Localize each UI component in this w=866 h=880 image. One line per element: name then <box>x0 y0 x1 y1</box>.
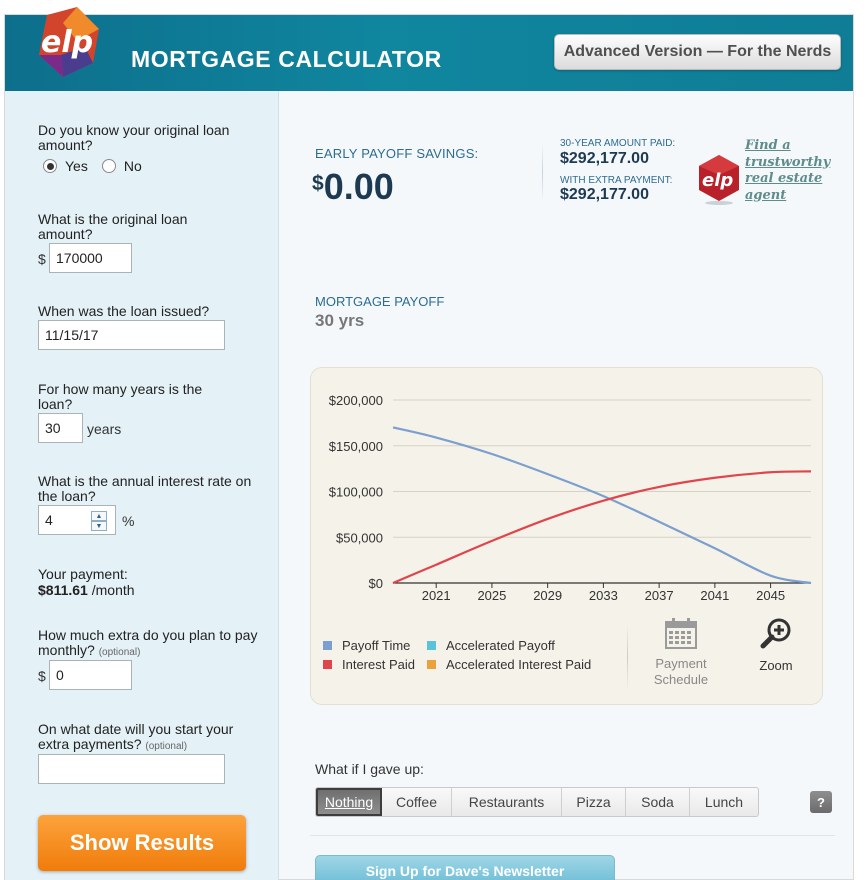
thirty-year-label: 30-YEAR AMOUNT PAID: <box>560 138 676 149</box>
calculator-frame: elp MORTGAGE CALCULATOR Advanced Version… <box>4 7 854 880</box>
logo-text: elp <box>41 25 93 60</box>
chart-tools-divider <box>627 624 628 690</box>
legend-interest-paid[interactable]: Interest Paid <box>323 657 415 672</box>
rate-question: What is the annual interest rate on the … <box>38 473 252 504</box>
legend-label: Accelerated Interest Paid <box>446 657 592 672</box>
legend-swatch-accelerated-interest <box>427 660 436 669</box>
issued-question: When was the loan issued? <box>38 303 210 319</box>
give-up-label: What if I gave up: <box>315 761 424 777</box>
know-loan-question: Do you know your original loan amount? <box>38 122 230 153</box>
extra-optional-tag: (optional) <box>98 647 141 658</box>
series-line-payoff-time <box>392 426 812 585</box>
rate-unit: % <box>122 513 135 529</box>
early-payoff-amount: 0.00 <box>323 166 394 207</box>
elp-badge-icon[interactable]: elp <box>696 153 742 205</box>
give-up-option-nothing[interactable]: Nothing <box>316 788 382 816</box>
payment-result: $811.61 /month <box>38 582 135 598</box>
stepper-up-icon[interactable]: ▲ <box>91 511 107 521</box>
show-results-button[interactable]: Show Results <box>38 815 246 871</box>
mortgage-payoff-label: MORTGAGE PAYOFF <box>315 294 445 309</box>
radio-no[interactable] <box>101 159 116 173</box>
give-up-option-coffee[interactable]: Coffee <box>382 788 452 816</box>
legend-swatch-interest-paid <box>323 660 332 669</box>
give-up-option-soda[interactable]: Soda <box>626 788 690 816</box>
mortgage-payoff-value: 30 yrs <box>315 311 365 330</box>
legend-label: Payoff Time <box>342 638 411 653</box>
x-tick-label: 2021 <box>422 588 451 603</box>
y-tick-label: $100,000 <box>329 485 383 500</box>
y-tick-label: $0 <box>369 576 383 591</box>
rate-stepper[interactable]: ▲ ▼ <box>91 511 107 531</box>
payoff-chart-card: $200,000 $150,000 $100,000 $50,000 $0 2021 202… <box>310 367 823 705</box>
loan-amount-input[interactable]: 170000 <box>49 243 132 273</box>
legend-label: Interest Paid <box>342 657 415 672</box>
start-date-optional-tag: (optional) <box>145 741 188 752</box>
y-tick-label: $50,000 <box>336 530 383 545</box>
results-panel: EARLY PAYOFF SAVINGS: $0.00 30-YEAR AMOU… <box>280 91 853 880</box>
loan-amount-question: What is the original loan amount? <box>38 211 188 242</box>
legend-label: Accelerated Payoff <box>446 638 555 653</box>
elp-badge-text: elp <box>702 170 733 191</box>
calendar-icon <box>665 618 697 649</box>
page-title: MORTGAGE CALCULATOR <box>131 46 442 72</box>
elp-logo-icon: elp <box>39 7 99 77</box>
payment-schedule-button[interactable]: Payment Schedule <box>647 618 715 688</box>
legend-payoff-time[interactable]: Payoff Time <box>323 638 410 653</box>
radio-yes-label: Yes <box>65 158 88 174</box>
zoom-label: Zoom <box>759 658 793 673</box>
early-payoff-currency: $ <box>312 172 324 195</box>
header: elp MORTGAGE CALCULATOR Advanced Version… <box>5 7 853 91</box>
start-date-question: On what date will you start your extra p… <box>38 722 258 754</box>
start-date-input[interactable] <box>38 754 225 784</box>
extra-question-text: How much extra do you plan to pay monthl… <box>38 627 258 658</box>
zoom-icon <box>760 618 791 649</box>
advanced-version-button[interactable]: Advanced Version — For the Nerds <box>554 34 841 70</box>
issued-date-input[interactable]: 11/15/17 <box>38 320 225 350</box>
years-input[interactable]: 30 <box>38 413 83 443</box>
zoom-button[interactable]: Zoom <box>751 618 801 674</box>
start-date-question-text: On what date will you start your extra p… <box>38 721 234 752</box>
payoff-chart: $200,000 $150,000 $100,000 $50,000 $0 2021 202… <box>329 393 812 603</box>
legend-accelerated-payoff[interactable]: Accelerated Payoff <box>427 638 555 653</box>
x-tick-label: 2037 <box>645 588 674 603</box>
payment-label: Your payment: <box>38 566 128 582</box>
help-button[interactable]: ? <box>810 791 832 813</box>
x-tick-label: 2025 <box>477 588 506 603</box>
radio-yes[interactable] <box>43 159 57 173</box>
payment-schedule-label: Payment Schedule <box>653 656 709 687</box>
extra-payment-value: $292,177.00 <box>560 186 649 203</box>
extra-payment-input[interactable]: 0 <box>49 660 132 690</box>
years-unit: years <box>87 421 122 437</box>
early-payoff-label: EARLY PAYOFF SAVINGS: <box>315 146 479 161</box>
x-tick-label: 2033 <box>589 588 618 603</box>
summary-divider <box>542 143 543 203</box>
legend-swatch-payoff-time <box>323 641 332 650</box>
early-payoff-value: $0.00 <box>312 166 394 208</box>
y-tick-label: $150,000 <box>329 439 383 454</box>
give-up-option-restaurants[interactable]: Restaurants <box>452 788 562 816</box>
extra-currency: $ <box>38 668 46 684</box>
give-up-option-pizza[interactable]: Pizza <box>562 788 626 816</box>
section-divider <box>310 835 835 836</box>
newsletter-signup-button[interactable]: Sign Up for Dave's Newsletter <box>315 855 615 880</box>
know-loan-radio-group: Yes No <box>43 158 142 174</box>
extra-payment-label: WITH EXTRA PAYMENT: <box>560 175 673 186</box>
x-tick-label: 2029 <box>533 588 562 603</box>
radio-no-label: No <box>123 158 142 174</box>
y-tick-label: $200,000 <box>329 393 383 408</box>
find-agent-link[interactable]: Find a trustworthy real estate agent <box>745 138 841 204</box>
stepper-down-icon[interactable]: ▼ <box>91 521 107 531</box>
give-up-options: Nothing Coffee Restaurants Pizza Soda Lunch <box>315 787 759 817</box>
legend-accelerated-interest[interactable]: Accelerated Interest Paid <box>427 657 591 672</box>
loan-amount-currency: $ <box>38 251 46 267</box>
thirty-year-value: $292,177.00 <box>560 150 649 167</box>
x-tick-label: 2041 <box>700 588 729 603</box>
years-question: For how many years is the loan? <box>38 381 203 412</box>
payment-unit: /month <box>91 582 135 598</box>
payment-value: $811.61 <box>38 582 88 598</box>
extra-question: How much extra do you plan to pay monthl… <box>38 628 258 660</box>
give-up-option-lunch[interactable]: Lunch <box>690 788 758 816</box>
x-tick-label: 2045 <box>756 588 785 603</box>
legend-swatch-accelerated-payoff <box>427 641 436 650</box>
